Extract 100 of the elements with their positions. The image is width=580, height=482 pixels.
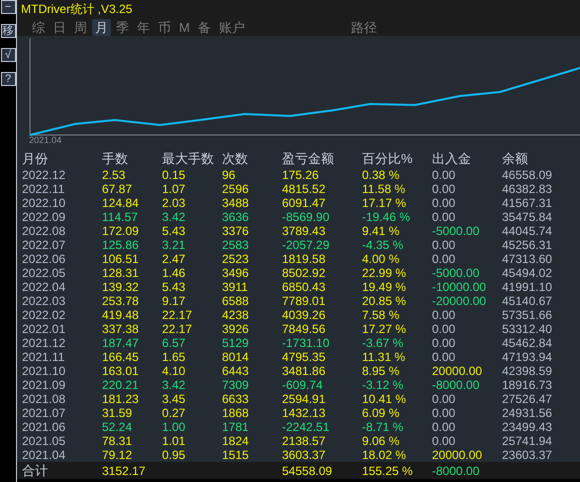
table-cell-text: 2021.07 bbox=[22, 406, 66, 420]
total-label: 合计 bbox=[22, 464, 49, 478]
table-cell-text: 2596 bbox=[222, 182, 250, 196]
path-button[interactable]: 路径 bbox=[348, 19, 380, 36]
table-cell-text: 54558.09 bbox=[282, 464, 334, 478]
table-cell-text: 24931.56 bbox=[502, 406, 554, 420]
side-button[interactable]: − bbox=[0, 0, 16, 14]
table-cell-text: 53312.40 bbox=[502, 322, 554, 336]
period-tab[interactable]: 备 bbox=[194, 19, 214, 36]
table-cell-text: 45462.84 bbox=[502, 336, 554, 350]
table-cell-text: 1432.13 bbox=[282, 406, 326, 420]
period-tab[interactable]: 月 bbox=[92, 19, 111, 36]
table-cell-text: -3.67 % bbox=[362, 336, 404, 350]
table-cell-text: 2021.05 bbox=[22, 434, 66, 448]
table-cell-text: 139.32 bbox=[102, 280, 140, 294]
axis-label: 2021.04 bbox=[29, 135, 62, 145]
table-cell-text: 1.46 bbox=[162, 266, 186, 280]
table-cell-text: 9.17 bbox=[162, 294, 186, 308]
table-cell-text: 2594.91 bbox=[282, 392, 326, 406]
table-cell-text: 163.01 bbox=[102, 364, 140, 378]
table-cell-text: 2.47 bbox=[162, 252, 186, 266]
table-cell-text: 7309 bbox=[222, 378, 250, 392]
table-cell-text: 3.42 bbox=[162, 210, 186, 224]
table-cell-text: 2022.12 bbox=[22, 168, 66, 182]
table-cell-text: 1.00 bbox=[162, 420, 186, 434]
table-cell-text: 20000.00 bbox=[432, 448, 484, 462]
table-cell-text: 0.00 bbox=[432, 434, 456, 448]
table-cell-text: 4.00 % bbox=[362, 252, 400, 266]
table-cell-text: 4.10 bbox=[162, 364, 186, 378]
table-cell-text: 4039.26 bbox=[282, 308, 326, 322]
table-cell-text: 3.42 bbox=[162, 378, 186, 392]
table-cell-text: 2.03 bbox=[162, 196, 186, 210]
table-cell-text: 2523 bbox=[222, 252, 250, 266]
side-button[interactable]: ? bbox=[0, 72, 16, 86]
column-header: 次数 bbox=[222, 152, 249, 166]
table-cell-text: 2138.57 bbox=[282, 434, 326, 448]
table-cell-text: 20000.00 bbox=[432, 364, 484, 378]
table-cell-text: 175.26 bbox=[282, 168, 320, 182]
table-cell-text: 78.31 bbox=[102, 434, 134, 448]
table-cell-text: 5129 bbox=[222, 336, 250, 350]
table-cell-text: 0.00 bbox=[432, 168, 456, 182]
table-cell-text: -8.71 % bbox=[362, 420, 404, 434]
table-cell-text: 2022.01 bbox=[22, 322, 66, 336]
table-cell-text: 2022.05 bbox=[22, 266, 66, 280]
table-cell-text: 18.02 % bbox=[362, 448, 408, 462]
table-cell-text: 17.17 % bbox=[362, 196, 408, 210]
table-cell-text: 419.48 bbox=[102, 308, 140, 322]
table-cell-text: 44045.74 bbox=[502, 224, 554, 238]
table-cell-text: 31.59 bbox=[102, 406, 134, 420]
table-cell-text: 3636 bbox=[222, 210, 250, 224]
table-cell-text: 6850.43 bbox=[282, 280, 326, 294]
period-tab[interactable]: 周 bbox=[71, 19, 90, 36]
period-tab[interactable]: 账户 bbox=[216, 19, 248, 36]
table-cell-text: 3488 bbox=[222, 196, 250, 210]
column-header: 最大手数 bbox=[162, 152, 215, 166]
column-header: 月份 bbox=[22, 152, 49, 166]
table-cell-text: 0.00 bbox=[432, 392, 456, 406]
table-cell-text: 52.24 bbox=[102, 420, 134, 434]
table-cell-text: 17.27 % bbox=[362, 322, 408, 336]
column-header: 盈亏金额 bbox=[282, 152, 335, 166]
period-tab[interactable]: M bbox=[176, 19, 193, 36]
table-cell-text: 2021.04 bbox=[22, 448, 66, 462]
period-tab[interactable]: 币 bbox=[155, 19, 174, 36]
table-cell-text: 2022.02 bbox=[22, 308, 66, 322]
table-cell-text: 5.43 bbox=[162, 280, 186, 294]
table-cell-text: 47193.94 bbox=[502, 350, 554, 364]
table-cell-text: 11.31 % bbox=[362, 350, 406, 364]
table-cell-text: 2021.08 bbox=[22, 392, 66, 406]
table-cell-text: 46382.83 bbox=[502, 182, 554, 196]
table-cell-text: 9.41 % bbox=[362, 224, 400, 238]
table-cell-text: 1781 bbox=[222, 420, 250, 434]
table-cell-text: 8502.92 bbox=[282, 266, 326, 280]
table-cell-text: 2022.10 bbox=[22, 196, 66, 210]
table-cell-text: 3603.37 bbox=[282, 448, 326, 462]
table-cell-text: -8000.00 bbox=[432, 378, 480, 392]
table-cell-text: 20.85 % bbox=[362, 294, 408, 308]
table-cell-text: 11.58 % bbox=[362, 182, 406, 196]
table-cell-text: 187.47 bbox=[102, 336, 140, 350]
table-cell-text: 0.00 bbox=[432, 238, 456, 252]
table-cell-text: 41991.10 bbox=[502, 280, 554, 294]
period-tab[interactable]: 日 bbox=[50, 19, 69, 36]
table-cell-text: 3481.86 bbox=[282, 364, 326, 378]
table-cell-text: 3911 bbox=[222, 280, 249, 294]
table-cell-text: 1824 bbox=[222, 434, 250, 448]
period-tab[interactable]: 季 bbox=[113, 19, 132, 36]
table-cell-text: 2583 bbox=[222, 238, 250, 252]
table-cell-text: 2022.07 bbox=[22, 238, 66, 252]
table-cell-text: 253.78 bbox=[102, 294, 140, 308]
table-cell-text: 3789.43 bbox=[282, 224, 326, 238]
side-button[interactable]: √ bbox=[0, 48, 16, 62]
table-cell-text: 46558.09 bbox=[502, 168, 554, 182]
table-cell-text: -2242.51 bbox=[282, 420, 330, 434]
period-tab[interactable]: 年 bbox=[134, 19, 153, 36]
table-cell-text: 2.53 bbox=[102, 168, 126, 182]
table-cell-text: 22.99 % bbox=[362, 266, 408, 280]
table-cell-text: -20000.00 bbox=[432, 294, 488, 308]
side-button[interactable]: 移 bbox=[0, 24, 16, 38]
table-cell-text: 124.84 bbox=[102, 196, 140, 210]
period-tab[interactable]: 综 bbox=[29, 19, 48, 36]
table-cell-text: 35475.84 bbox=[502, 210, 554, 224]
